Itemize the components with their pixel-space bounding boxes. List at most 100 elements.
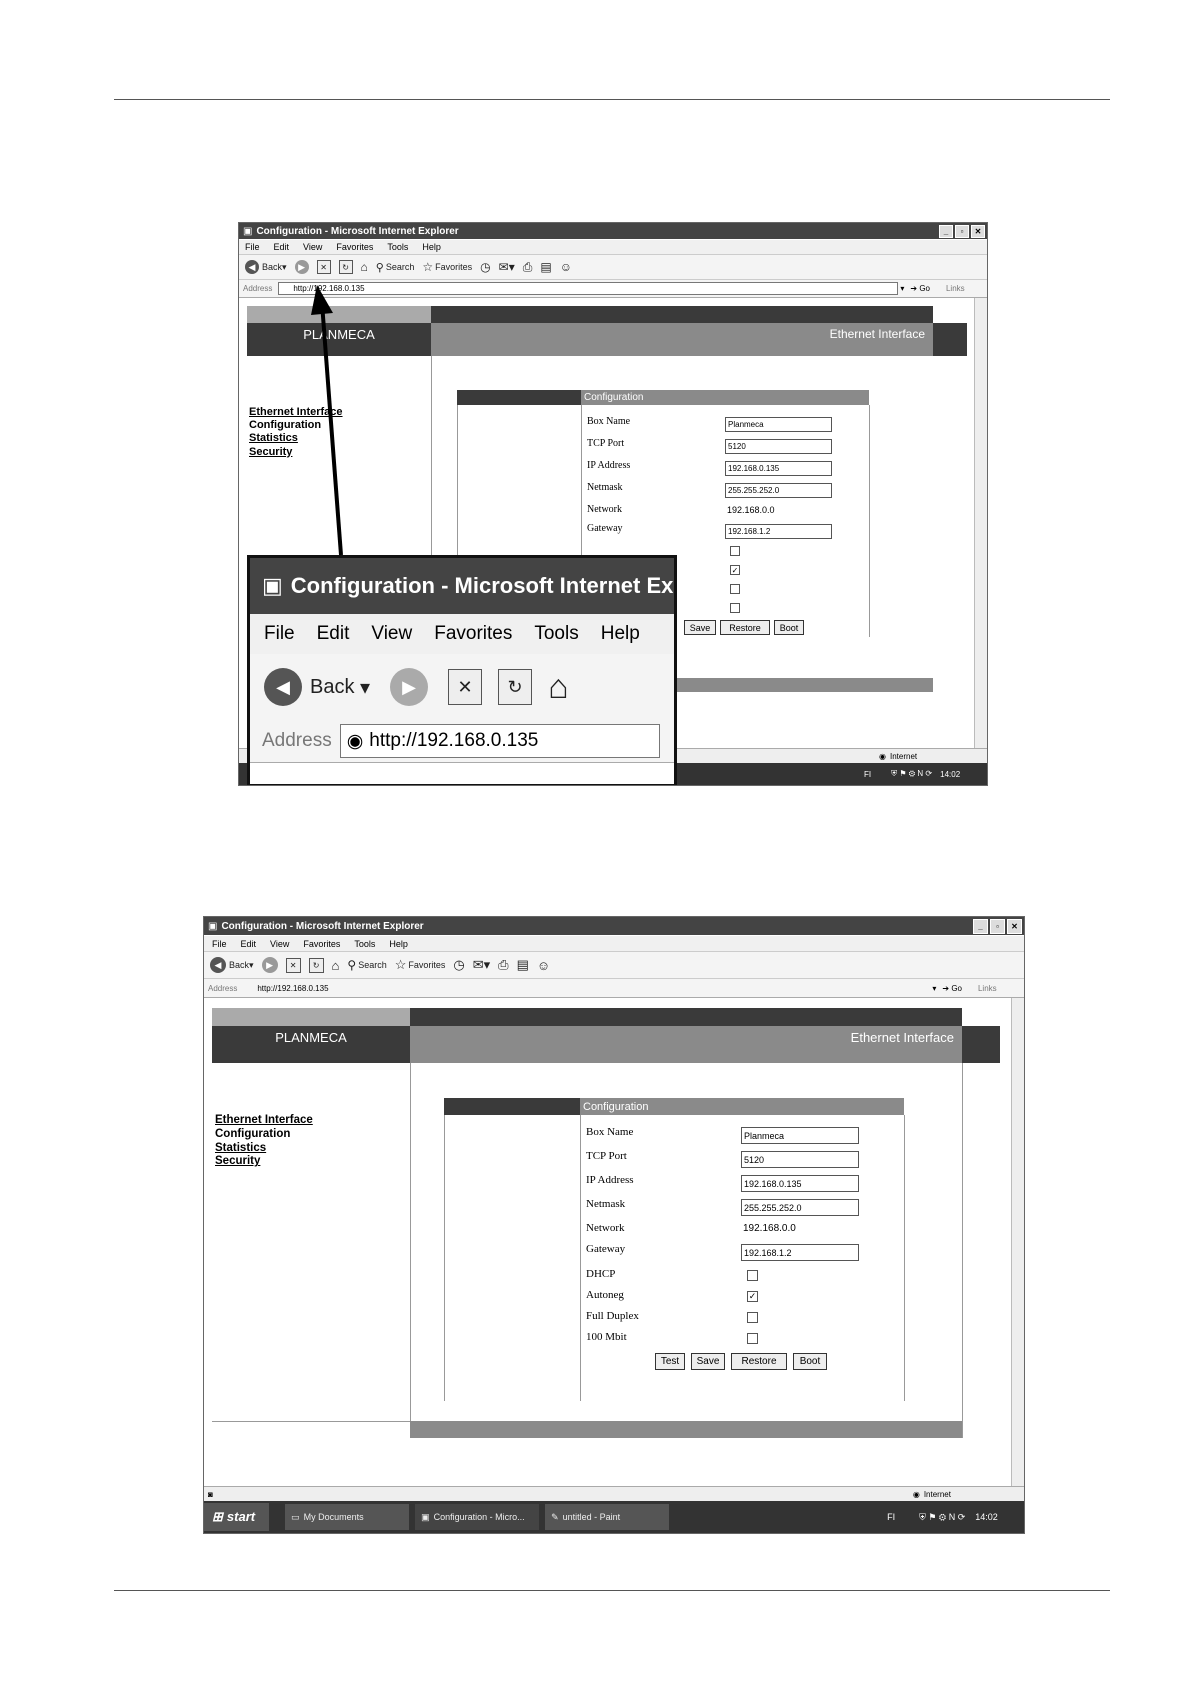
restore-button[interactable]: Restore	[720, 620, 770, 635]
checkbox-autoneg-2[interactable]: ✓	[747, 1291, 758, 1302]
nav-security-2[interactable]: Security	[215, 1155, 313, 1169]
back-button[interactable]: ◀ Back ▾	[245, 260, 287, 274]
checkbox-full-duplex[interactable]	[730, 584, 740, 594]
boot-button[interactable]: Boot	[774, 620, 804, 635]
nav-ethernet-interface[interactable]: Ethernet Interface	[249, 406, 343, 419]
messenger-button[interactable]: ☺	[560, 260, 572, 274]
maximize-button[interactable]: ▫	[955, 225, 969, 238]
start-button[interactable]: ⊞ start	[204, 1502, 270, 1532]
menu-view[interactable]: View	[303, 242, 322, 252]
minimize-button-2[interactable]: _	[973, 919, 988, 934]
task-my-documents[interactable]: ▭ My Documents	[285, 1504, 410, 1530]
nav-statistics[interactable]: Statistics	[249, 432, 343, 445]
address-input-2[interactable]: http://192.168.0.135	[245, 981, 930, 995]
edit-button-2[interactable]: ▤	[517, 957, 529, 973]
zoom-menu-tools[interactable]: Tools	[534, 623, 578, 645]
gateway-input[interactable]: 192.168.1.2	[725, 524, 832, 539]
address-dropdown-icon-2[interactable]: ▾	[932, 984, 936, 993]
go-button-2[interactable]: ➔ Go	[942, 984, 962, 993]
links-label[interactable]: Links	[946, 284, 965, 293]
stop-button-2[interactable]: ✕	[285, 957, 301, 973]
mail-button-2[interactable]: ✉▾	[473, 957, 490, 973]
favorites-button[interactable]: ☆ Favorites	[422, 260, 472, 274]
messenger-button-2[interactable]: ☺	[537, 958, 550, 973]
menu-view-2[interactable]: View	[270, 939, 289, 949]
nav-statistics-2[interactable]: Statistics	[215, 1142, 313, 1156]
zoom-home-button[interactable]: ⌂	[548, 668, 569, 707]
menu-edit-2[interactable]: Edit	[241, 939, 257, 949]
menu-help-2[interactable]: Help	[389, 939, 408, 949]
save-button[interactable]: Save	[684, 620, 716, 635]
box-name-input-2[interactable]: Planmeca	[741, 1127, 859, 1144]
history-button[interactable]: ◷	[480, 260, 490, 274]
nav-ethernet-interface-2[interactable]: Ethernet Interface	[215, 1114, 313, 1128]
zoom-stop-button[interactable]: ✕	[448, 669, 483, 705]
checkbox-100-mbit[interactable]	[730, 603, 740, 613]
menu-file-2[interactable]: File	[212, 939, 227, 949]
close-button-2[interactable]: ✕	[1007, 919, 1022, 934]
back-button-2[interactable]: ◀ Back ▾	[210, 957, 254, 973]
favorites-button-2[interactable]: ☆ Favorites	[395, 957, 446, 973]
netmask-input-2[interactable]: 255.255.252.0	[741, 1199, 859, 1216]
checkbox-dhcp-2[interactable]	[747, 1270, 758, 1281]
menu-tools[interactable]: Tools	[387, 242, 408, 252]
zoom-address-input[interactable]: ◉ http://192.168.0.135	[339, 724, 660, 758]
menu-help[interactable]: Help	[422, 242, 441, 252]
go-button[interactable]: ➔ Go	[910, 284, 930, 293]
task-paint[interactable]: ✎ untitled - Paint	[545, 1504, 670, 1530]
checkbox-autoneg[interactable]: ✓	[730, 565, 740, 575]
box-name-input[interactable]: Planmeca	[725, 417, 832, 432]
print-button[interactable]: ⎙	[523, 260, 533, 275]
home-button-2[interactable]: ⌂	[332, 958, 340, 973]
menu-favorites-2[interactable]: Favorites	[303, 939, 340, 949]
menu-edit[interactable]: Edit	[274, 242, 290, 252]
checkbox-dhcp[interactable]	[730, 546, 740, 556]
mail-button[interactable]: ✉▾	[499, 260, 515, 274]
language-indicator-2[interactable]: FI	[887, 1512, 895, 1522]
menu-file[interactable]: File	[245, 242, 260, 252]
address-input[interactable]: http://192.168.0.135	[278, 282, 899, 295]
tcp-port-input-2[interactable]: 5120	[741, 1151, 859, 1168]
checkbox-full-duplex-2[interactable]	[747, 1312, 758, 1323]
refresh-button[interactable]: ↻	[338, 260, 353, 274]
edit-button[interactable]: ▤	[540, 260, 551, 274]
tcp-port-input[interactable]: 5120	[725, 439, 832, 454]
search-button-2[interactable]: ⚲ Search	[347, 958, 386, 972]
zoom-menu-view[interactable]: View	[371, 623, 412, 645]
language-indicator[interactable]: FI	[864, 770, 871, 779]
test-button[interactable]: Test	[655, 1353, 685, 1370]
zoom-menu-help[interactable]: Help	[601, 623, 640, 645]
menu-favorites[interactable]: Favorites	[336, 242, 373, 252]
netmask-input[interactable]: 255.255.252.0	[725, 483, 832, 498]
home-button[interactable]: ⌂	[361, 260, 368, 274]
forward-button[interactable]: ▶	[294, 260, 309, 274]
vertical-scrollbar[interactable]	[974, 298, 987, 748]
history-button-2[interactable]: ◷	[453, 957, 464, 973]
zoom-refresh-button[interactable]: ↻	[498, 669, 533, 705]
print-button-2[interactable]: ⎙	[498, 957, 508, 973]
links-label-2[interactable]: Links	[978, 984, 997, 993]
restore-button-2[interactable]: Restore	[731, 1353, 787, 1370]
menu-tools-2[interactable]: Tools	[354, 939, 375, 949]
gateway-input-2[interactable]: 192.168.1.2	[741, 1244, 859, 1261]
ip-address-input[interactable]: 192.168.0.135	[725, 461, 832, 476]
stop-button[interactable]: ✕	[316, 260, 331, 274]
ip-address-input-2[interactable]: 192.168.0.135	[741, 1175, 859, 1192]
address-dropdown-icon[interactable]: ▾	[900, 284, 904, 293]
search-button[interactable]: ⚲ Search	[376, 261, 415, 274]
refresh-button-2[interactable]: ↻	[308, 957, 324, 973]
checkbox-100-mbit-2[interactable]	[747, 1333, 758, 1344]
zoom-menu-favorites[interactable]: Favorites	[434, 623, 512, 645]
save-button-2[interactable]: Save	[691, 1353, 725, 1370]
forward-button-2[interactable]: ▶	[261, 957, 278, 973]
close-button[interactable]: ✕	[971, 225, 985, 238]
nav-security[interactable]: Security	[249, 446, 343, 459]
zoom-forward-button[interactable]: ▶	[390, 668, 429, 706]
vertical-scrollbar-2[interactable]	[1011, 998, 1024, 1486]
zoom-menu-file[interactable]: File	[264, 623, 295, 645]
minimize-button[interactable]: _	[939, 225, 953, 238]
task-configuration[interactable]: ▣ Configuration - Micro...	[415, 1504, 540, 1530]
maximize-button-2[interactable]: ▫	[990, 919, 1005, 934]
zoom-menu-edit[interactable]: Edit	[317, 623, 350, 645]
zoom-back-button[interactable]: ◀ Back ▾	[264, 668, 370, 706]
